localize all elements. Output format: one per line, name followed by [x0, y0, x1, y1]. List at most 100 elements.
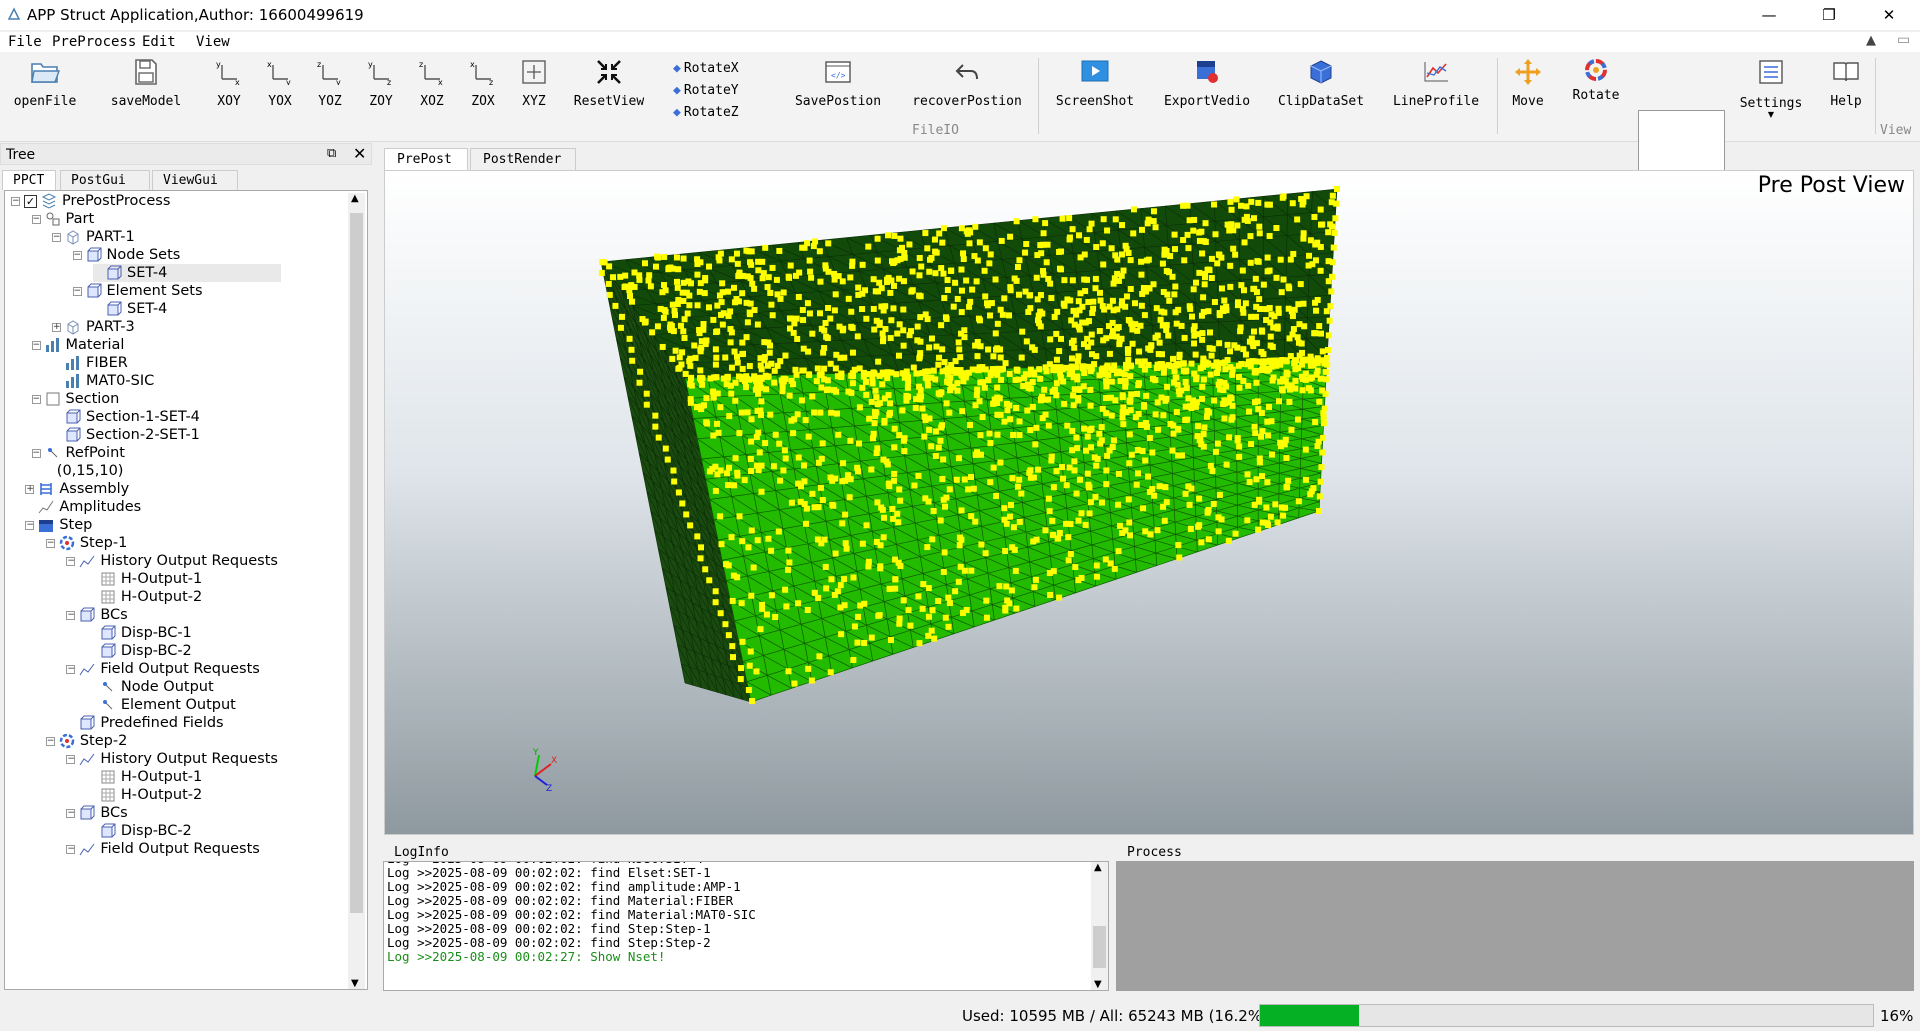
collapse-icon[interactable]: − [45, 538, 55, 548]
zoy-view-button[interactable]: yz ZOY [364, 54, 398, 120]
collapse-icon[interactable]: − [66, 844, 76, 854]
tab-viewgui[interactable]: ViewGui [152, 170, 238, 190]
tree-item[interactable]: − History Output Requests [66, 552, 278, 570]
tree-item[interactable]: − Material [31, 336, 124, 354]
tree-item[interactable]: − Step-1 [45, 534, 127, 552]
settings-button[interactable]: Settings ▼ [1736, 54, 1806, 120]
xoy-view-button[interactable]: yx XOY [212, 54, 246, 120]
collapse-ribbon-icon[interactable]: ▲ [1866, 33, 1876, 48]
collapse-icon[interactable]: − [31, 394, 41, 404]
tree-item[interactable]: − Field Output Requests [66, 840, 260, 858]
mesh-render[interactable]: Y X Z [385, 171, 1914, 835]
save-position-button[interactable]: </> SavePostion [790, 54, 886, 120]
move-button[interactable]: Move [1508, 54, 1548, 120]
collapse-icon[interactable]: − [66, 610, 76, 620]
scrollbar-thumb[interactable] [350, 213, 363, 913]
menu-file[interactable]: File [8, 34, 42, 50]
tree-view[interactable]: − ✓ PrePostProcess − Part − PART-1− Node Sets SE… [4, 190, 368, 990]
checkbox[interactable]: ✓ [24, 194, 37, 208]
restore-button[interactable]: ❐ [1800, 0, 1858, 30]
tab-postgui[interactable]: PostGui [60, 170, 150, 190]
save-model-button[interactable]: saveModel [108, 54, 184, 120]
collapse-icon[interactable]: − [66, 556, 76, 566]
tree-item[interactable]: − History Output Requests [66, 750, 278, 768]
tree-item[interactable]: Predefined Fields [66, 714, 224, 732]
tree-item[interactable]: − Element Sets [72, 282, 203, 300]
scroll-up-icon[interactable]: ▲ [1094, 862, 1102, 873]
yox-view-button[interactable]: xy YOX [263, 54, 297, 120]
float-panel-icon[interactable]: ⧉ [327, 146, 336, 161]
tree-item[interactable]: − Field Output Requests [66, 660, 260, 678]
xoz-view-button[interactable]: zx XOZ [415, 54, 449, 120]
tree-item[interactable]: − ✓ PrePostProcess [11, 192, 170, 210]
tree-item[interactable]: Element Output [87, 696, 236, 714]
rotate-button[interactable]: Rotate [1566, 54, 1626, 120]
collapse-icon[interactable]: − [66, 754, 76, 764]
reset-view-button[interactable]: ResetView [569, 54, 649, 120]
minimize-button[interactable]: — [1740, 0, 1798, 30]
tree-item[interactable]: Disp-BC-2 [87, 822, 192, 840]
collapse-icon[interactable]: − [52, 232, 61, 242]
help-button[interactable]: Help [1822, 54, 1870, 120]
tree-item[interactable]: Disp-BC-1 [87, 624, 192, 642]
close-button[interactable]: ✕ [1860, 0, 1918, 30]
collapse-icon[interactable]: − [66, 664, 76, 674]
screenshot-button[interactable]: ScreenShot [1052, 54, 1138, 120]
tab-prepost[interactable]: PrePost [384, 148, 468, 170]
open-file-button[interactable]: openFile [12, 54, 78, 120]
collapse-icon[interactable]: − [31, 448, 41, 458]
zox-view-button[interactable]: xz ZOX [466, 54, 500, 120]
collapse-icon[interactable]: − [45, 736, 55, 746]
tree-item[interactable]: − RefPoint [31, 444, 125, 462]
tree-item[interactable]: FIBER [52, 354, 128, 372]
tab-ppct[interactable]: PPCT [2, 170, 56, 190]
collapse-icon[interactable]: − [72, 286, 82, 296]
tree-item[interactable]: Section-2-SET-1 [52, 426, 200, 444]
collapse-icon[interactable]: − [11, 196, 20, 206]
menu-view[interactable]: View [196, 34, 230, 50]
xyz-view-button[interactable]: XYZ [517, 54, 551, 120]
scroll-down-icon[interactable]: ▼ [351, 978, 359, 989]
tree-item[interactable]: Amplitudes [25, 498, 141, 516]
rotate-z-button[interactable]: ◆ RotateZ [673, 105, 739, 120]
rotate-x-button[interactable]: ◆ RotateX [673, 61, 739, 76]
expand-icon[interactable]: + [25, 484, 35, 494]
export-video-button[interactable]: ExportVedio [1159, 54, 1255, 120]
tree-item[interactable]: Section-1-SET-4 [52, 408, 200, 426]
rotate-y-button[interactable]: ◆ RotateY [673, 83, 739, 98]
tree-item[interactable]: MAT0-SIC [52, 372, 154, 390]
tab-postrender[interactable]: PostRender [470, 148, 576, 170]
tree-item[interactable]: SET-4 [93, 300, 167, 318]
tree-item[interactable]: − Step [25, 516, 92, 534]
collapse-icon[interactable]: − [66, 808, 76, 818]
menu-preprocess[interactable]: PreProcess [52, 34, 136, 50]
collapse-icon[interactable]: − [25, 520, 35, 530]
tree-item[interactable]: + Assembly [25, 480, 129, 498]
tree-item[interactable]: Node Output [87, 678, 214, 696]
yoz-view-button[interactable]: zy YOZ [313, 54, 347, 120]
ribbon-options-icon[interactable]: ▭ [1897, 32, 1910, 48]
tree-item[interactable]: − Step-2 [45, 732, 127, 750]
tree-item[interactable]: − BCs [66, 804, 128, 822]
tree-item[interactable]: − BCs [66, 606, 128, 624]
3d-viewport[interactable]: Y X Z Pre Post View [384, 170, 1914, 835]
tree-item[interactable]: − Section [31, 390, 119, 408]
collapse-icon[interactable]: − [31, 340, 41, 350]
menu-edit[interactable]: Edit [142, 34, 176, 50]
tree-item[interactable]: H-Output-1 [87, 768, 202, 786]
tree-item[interactable]: − Part [31, 210, 94, 228]
tree-item[interactable]: − Node Sets [72, 246, 180, 264]
tree-item[interactable]: H-Output-1 [87, 570, 202, 588]
tree-scrollbar[interactable]: ▲ ▼ [348, 193, 365, 989]
scroll-up-icon[interactable]: ▲ [351, 193, 359, 204]
close-panel-icon[interactable]: ✕ [353, 144, 366, 163]
recover-position-button[interactable]: recoverPostion [905, 54, 1029, 120]
tree-item[interactable]: H-Output-2 [87, 786, 202, 804]
tree-item[interactable]: − PART-1 [52, 228, 135, 246]
tree-item[interactable]: SET-4 [93, 264, 281, 282]
tree-item[interactable]: + PART-3 [52, 318, 135, 336]
expand-icon[interactable]: + [52, 322, 61, 332]
tree-item[interactable]: H-Output-2 [87, 588, 202, 606]
scrollbar-thumb[interactable] [1093, 926, 1106, 968]
log-textbox[interactable]: Log >>2025-08-09 00:02:02: find Nset:SET… [383, 861, 1109, 991]
